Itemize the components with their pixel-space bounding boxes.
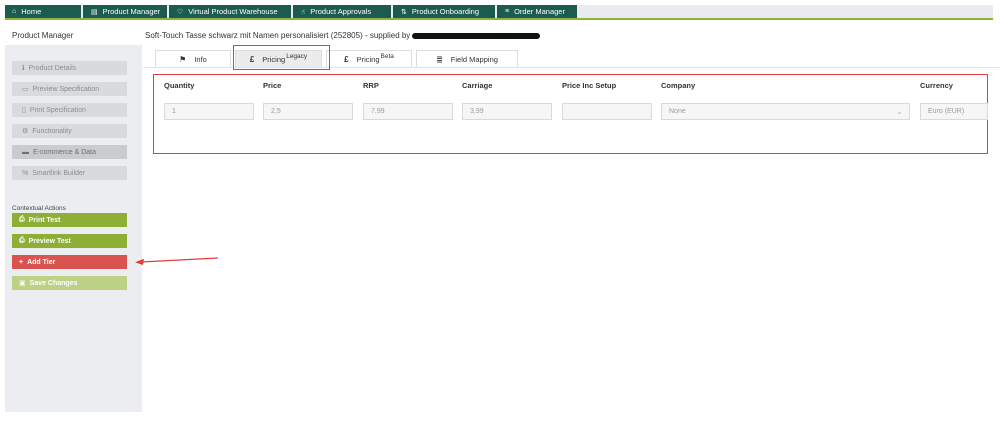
home-icon: ⌂ [12, 8, 17, 15]
nav-product-manager-label: Product Manager [102, 7, 161, 16]
product-title-text: Soft-Touch Tasse schwarz mit Namen perso… [145, 31, 411, 40]
top-navigation: ⌂ Home ▤ Product Manager ♡ Virtual Produ… [5, 5, 993, 18]
sidebar-item-smartlink-builder[interactable]: % Smartlink Builder [12, 166, 127, 180]
redacted-supplier-name [412, 32, 541, 39]
nav-product-approvals-label: Product Approvals [310, 7, 372, 16]
sidebar-item-label: Functionality [32, 127, 72, 135]
preview-test-label: Preview Test [28, 237, 71, 245]
tab-label: Pricing [356, 54, 380, 64]
tab-label: Field Mapping [450, 54, 498, 64]
pound-icon: £ [344, 54, 349, 64]
preview-test-button[interactable]: ⎙ Preview Test [12, 234, 127, 248]
column-header-company: Company [661, 81, 696, 90]
sidebar-item-label: Product Details [28, 64, 77, 72]
tab-field-mapping[interactable]: ≣ Field Mapping [416, 50, 518, 67]
currency-select[interactable]: Euro (EUR) [920, 103, 988, 120]
chevron-down-icon: ⌄ [896, 107, 903, 116]
company-select[interactable]: None ⌄ [661, 103, 910, 120]
company-select-value: None [669, 108, 686, 115]
nav-virtual-product-warehouse-label: Virtual Product Warehouse [188, 7, 278, 16]
tab-info[interactable]: ⚑ Info [155, 50, 231, 67]
column-header-quantity: Quantity [164, 81, 195, 90]
nav-underline [5, 18, 993, 20]
heart-icon: ♡ [177, 8, 184, 16]
save-icon: ▣ [19, 280, 26, 287]
nav-virtual-product-warehouse[interactable]: ♡ Virtual Product Warehouse [169, 5, 291, 18]
column-header-price: Price [263, 81, 282, 90]
sidebar-item-print-specification[interactable]: ▯ Print Specification [12, 103, 127, 117]
link-icon: % [22, 169, 29, 177]
document-icon: ▤ [91, 8, 98, 16]
nav-product-approvals[interactable]: ☝ Product Approvals [293, 5, 391, 18]
printer-icon: ⎙ [19, 216, 25, 223]
nav-order-manager[interactable]: ≡ Order Manager [497, 5, 577, 18]
sidebar-item-label: Smartlink Builder [32, 169, 86, 177]
product-title: Soft-Touch Tasse schwarz mit Namen perso… [145, 31, 541, 40]
rrp-field[interactable]: 7,99 [363, 103, 453, 120]
nav-order-manager-label: Order Manager [514, 7, 565, 16]
info-icon: ℹ [22, 65, 25, 72]
nav-product-manager[interactable]: ▤ Product Manager [83, 5, 167, 18]
annotation-arrow [135, 257, 219, 265]
printer-icon: ⎙ [19, 237, 25, 244]
sidebar-item-product-details[interactable]: ℹ Product Details [12, 61, 127, 75]
add-tier-button[interactable]: + Add Tier [12, 255, 127, 269]
flag-icon: ⚑ [179, 54, 187, 64]
sidebar-item-functionality[interactable]: ⚙ Functionality [12, 124, 127, 138]
gears-icon: ⚙ [22, 128, 29, 135]
column-header-price-inc-setup: Price Inc Setup [562, 81, 617, 90]
plus-icon: + [19, 258, 24, 266]
thumbs-up-icon: ☝ [301, 8, 306, 16]
nav-product-onboarding[interactable]: ⇅ Product Onboarding [393, 5, 495, 18]
sidebar-item-label: E-commerce & Data [33, 148, 97, 156]
annotation-highlight-legacy-tab [233, 45, 330, 70]
tab-pricing-beta[interactable]: £ Pricing Beta [326, 50, 412, 67]
contextual-actions-label: Contextual Actions [12, 205, 66, 212]
sidebar-item-label: Preview Specification [32, 85, 100, 93]
price-field[interactable]: 2,5 [263, 103, 353, 120]
quantity-field[interactable]: 1 [164, 103, 254, 120]
list-icon: ≣ [436, 54, 443, 64]
add-tier-label: Add Tier [27, 258, 56, 266]
file-icon: ▯ [22, 107, 26, 114]
nav-home[interactable]: ⌂ Home [5, 5, 81, 18]
carriage-field[interactable]: 3,99 [462, 103, 552, 120]
column-header-currency: Currency [920, 81, 953, 90]
list-icon: ≡ [505, 8, 510, 15]
sidebar-item-ecommerce-data[interactable]: ▬ E-commerce & Data [12, 145, 127, 159]
credit-card-icon: ▬ [22, 148, 29, 156]
tab-superscript: Beta [380, 52, 394, 60]
sidebar-item-preview-specification[interactable]: ▭ Preview Specification [12, 82, 127, 96]
tab-bar: ⚑ Info £ Pricing Legacy £ Pricing Beta ≣… [155, 50, 522, 67]
tab-label: Info [194, 54, 207, 64]
column-header-rrp: RRP [363, 81, 379, 90]
price-inc-setup-field[interactable] [562, 103, 652, 120]
monitor-icon: ▭ [22, 86, 29, 93]
sidebar-item-label: Print Specification [29, 106, 86, 114]
print-test-label: Print Test [28, 216, 61, 224]
sidebar: ℹ Product Details ▭ Preview Specificatio… [5, 45, 142, 412]
print-test-button[interactable]: ⎙ Print Test [12, 213, 127, 227]
save-changes-button[interactable]: ▣ Save Changes [12, 276, 127, 290]
save-changes-label: Save Changes [29, 279, 78, 287]
nav-home-label: Home [21, 7, 42, 16]
transfer-icon: ⇅ [401, 8, 407, 16]
column-header-carriage: Carriage [462, 81, 493, 90]
nav-product-onboarding-label: Product Onboarding [411, 7, 480, 16]
section-title: Product Manager [12, 31, 74, 40]
